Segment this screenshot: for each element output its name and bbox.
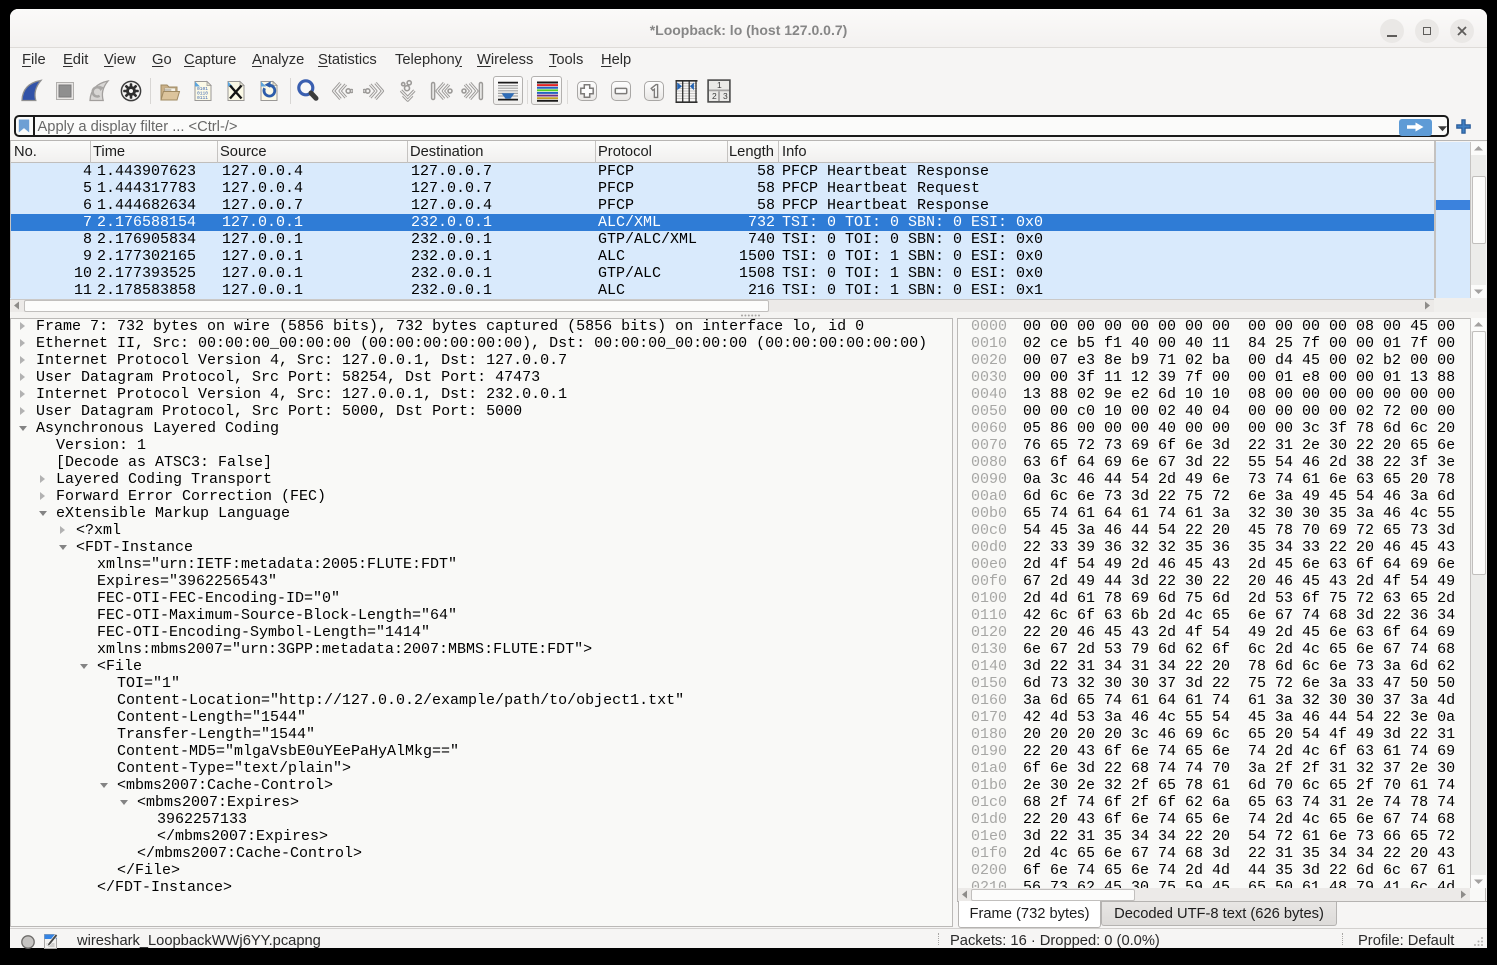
svg-text:2: 2 — [712, 91, 717, 101]
svg-text:3: 3 — [723, 91, 728, 101]
svg-text:1: 1 — [717, 80, 722, 90]
svg-text:0111: 0111 — [197, 95, 208, 101]
